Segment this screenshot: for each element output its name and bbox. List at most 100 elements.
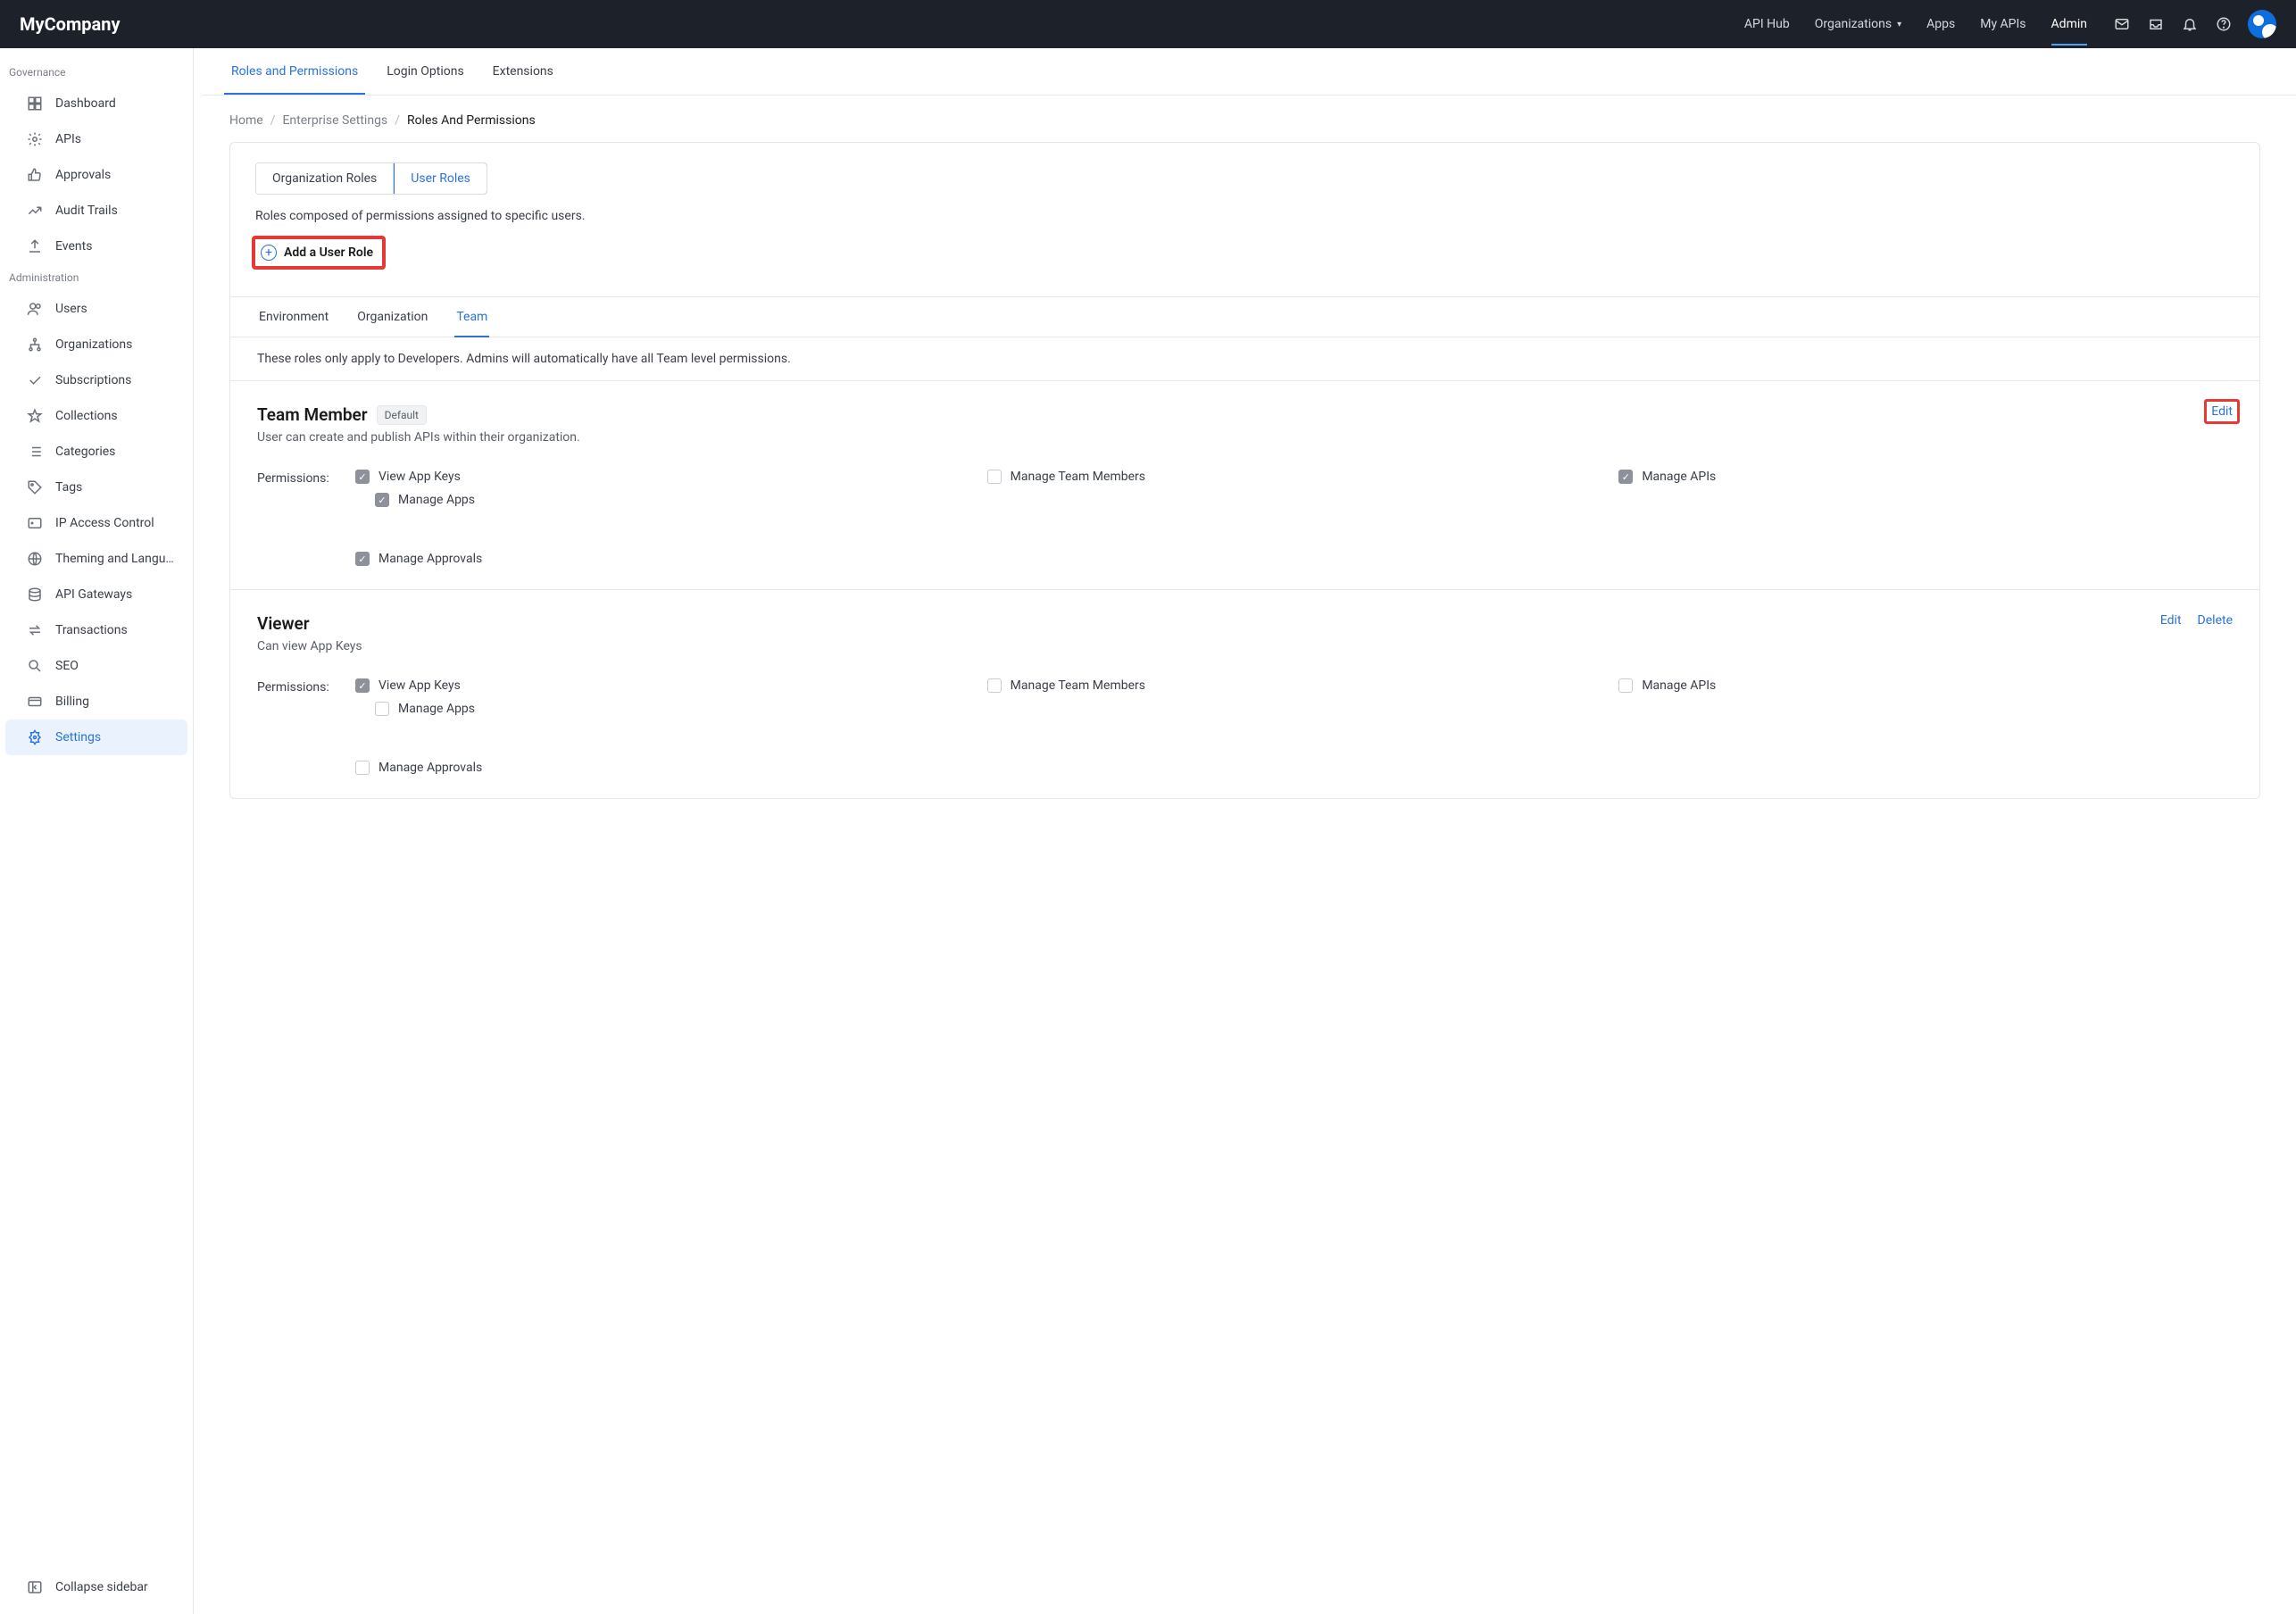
sidebar-item-collections[interactable]: Collections [5, 398, 187, 434]
sidebar-section-administration: Administration [0, 264, 193, 291]
toggle-organization-roles[interactable]: Organization Roles [256, 163, 394, 194]
sidebar-item-users[interactable]: Users [5, 291, 187, 327]
sidebar-item-label: Categories [55, 445, 115, 459]
toggle-user-roles[interactable]: User Roles [394, 162, 487, 195]
scope-tab-team[interactable]: Team [454, 297, 489, 337]
chart-icon [27, 203, 43, 219]
shield-icon [27, 515, 43, 531]
dashboard-icon [27, 96, 43, 112]
sidebar: Governance Dashboard APIs Approvals Audi… [0, 48, 194, 1614]
default-badge: Default [377, 405, 427, 425]
add-user-role-button[interactable]: + Add a User Role [252, 236, 386, 270]
permissions-label: Permissions: [257, 678, 355, 775]
check-icon [27, 372, 43, 388]
sidebar-item-ip-access[interactable]: IP Access Control [5, 505, 187, 541]
edit-role-button[interactable]: Edit [2160, 613, 2182, 628]
sidebar-item-tags[interactable]: Tags [5, 470, 187, 505]
collapse-icon [27, 1579, 43, 1595]
sidebar-item-organizations[interactable]: Organizations [5, 327, 187, 362]
sidebar-item-label: Audit Trails [55, 204, 118, 218]
sidebar-item-settings[interactable]: Settings [5, 720, 187, 755]
sidebar-item-dashboard[interactable]: Dashboard [5, 86, 187, 121]
perm-label: Manage Apps [398, 493, 475, 507]
sidebar-item-label: Collapse sidebar [55, 1580, 148, 1594]
add-user-role-label: Add a User Role [284, 245, 373, 260]
sidebar-item-label: Tags [55, 480, 82, 495]
inbox-icon[interactable] [2148, 16, 2164, 32]
sidebar-item-audit-trails[interactable]: Audit Trails [5, 193, 187, 229]
breadcrumb-separator: / [270, 113, 276, 128]
plus-circle-icon: + [261, 245, 277, 261]
sidebar-item-subscriptions[interactable]: Subscriptions [5, 362, 187, 398]
perm-label: Manage APIs [1642, 470, 1716, 484]
tab-login-options[interactable]: Login Options [385, 48, 465, 95]
main-content: Roles and Permissions Login Options Exte… [194, 48, 2296, 1614]
checkbox-icon: ✓ [375, 493, 389, 507]
bell-icon[interactable] [2182, 16, 2198, 32]
star-icon [27, 408, 43, 424]
perm-manage-team-members: Manage Team Members [987, 678, 1601, 693]
checkbox-icon [375, 702, 389, 716]
nav-my-apis[interactable]: My APIs [1980, 17, 2026, 31]
sidebar-item-label: APIs [55, 132, 81, 146]
upload-icon [27, 238, 43, 254]
sidebar-item-label: Subscriptions [55, 373, 131, 387]
sidebar-item-events[interactable]: Events [5, 229, 187, 264]
perm-manage-approvals: ✓ Manage Approvals [355, 552, 969, 566]
collapse-sidebar-button[interactable]: Collapse sidebar [5, 1569, 187, 1605]
role-block: Team Member Default User can create and … [230, 381, 2259, 590]
sidebar-item-label: Approvals [55, 168, 111, 182]
nav-organizations-label: Organizations [1815, 17, 1892, 31]
perm-label: Manage Team Members [1011, 678, 1145, 693]
scope-tab-organization[interactable]: Organization [355, 297, 429, 337]
search-icon [27, 658, 43, 674]
user-avatar[interactable] [2248, 10, 2276, 38]
checkbox-icon: ✓ [355, 470, 370, 484]
breadcrumb-home[interactable]: Home [229, 113, 263, 128]
sidebar-item-seo[interactable]: SEO [5, 648, 187, 684]
tab-roles-permissions[interactable]: Roles and Permissions [229, 48, 360, 95]
perm-manage-apis: ✓ Manage APIs [1618, 470, 2233, 484]
breadcrumb: Home / Enterprise Settings / Roles And P… [194, 96, 2296, 142]
gear-icon [27, 131, 43, 147]
sidebar-item-billing[interactable]: Billing [5, 684, 187, 720]
edit-role-button[interactable]: Edit [2204, 399, 2240, 424]
nav-organizations[interactable]: Organizations ▾ [1815, 17, 1901, 31]
sidebar-item-label: Dashboard [55, 96, 116, 111]
role-block: Viewer Can view App Keys Edit Delete Per… [230, 590, 2259, 798]
checkbox-icon: ✓ [355, 678, 370, 693]
permissions-label: Permissions: [257, 470, 355, 566]
checkbox-icon [355, 761, 370, 775]
sidebar-item-gateways[interactable]: API Gateways [5, 577, 187, 612]
sidebar-item-label: Theming and Langu… [55, 552, 174, 566]
role-type-toggle: Organization Roles User Roles [255, 162, 487, 195]
sidebar-item-approvals[interactable]: Approvals [5, 157, 187, 193]
top-nav: API Hub Organizations ▾ Apps My APIs Adm… [1744, 17, 2087, 31]
sidebar-item-transactions[interactable]: Transactions [5, 612, 187, 648]
sidebar-item-theming[interactable]: Theming and Langu… [5, 541, 187, 577]
breadcrumb-separator: / [395, 113, 400, 128]
tab-extensions[interactable]: Extensions [491, 48, 555, 95]
sidebar-item-categories[interactable]: Categories [5, 434, 187, 470]
role-description: Can view App Keys [257, 639, 362, 653]
globe-icon [27, 551, 43, 567]
perm-manage-apis: Manage APIs [1618, 678, 2233, 693]
sidebar-section-governance: Governance [0, 59, 193, 86]
scope-tab-environment[interactable]: Environment [257, 297, 330, 337]
delete-role-button[interactable]: Delete [2198, 613, 2233, 628]
role-description: User can create and publish APIs within … [257, 430, 580, 445]
sidebar-item-apis[interactable]: APIs [5, 121, 187, 157]
nav-api-hub[interactable]: API Hub [1744, 17, 1790, 31]
nav-apps[interactable]: Apps [1926, 17, 1955, 31]
nav-admin[interactable]: Admin [2051, 17, 2087, 31]
sidebar-item-label: Organizations [55, 337, 132, 352]
perm-label: Manage Apps [398, 702, 475, 716]
sidebar-item-label: Settings [55, 730, 101, 745]
help-icon[interactable] [2216, 16, 2232, 32]
breadcrumb-enterprise-settings[interactable]: Enterprise Settings [282, 113, 387, 128]
brand-logo: MyCompany [20, 13, 121, 35]
card-description: Roles composed of permissions assigned t… [255, 209, 2234, 223]
list-icon [27, 444, 43, 460]
message-icon[interactable] [2114, 16, 2130, 32]
users-icon [27, 301, 43, 317]
